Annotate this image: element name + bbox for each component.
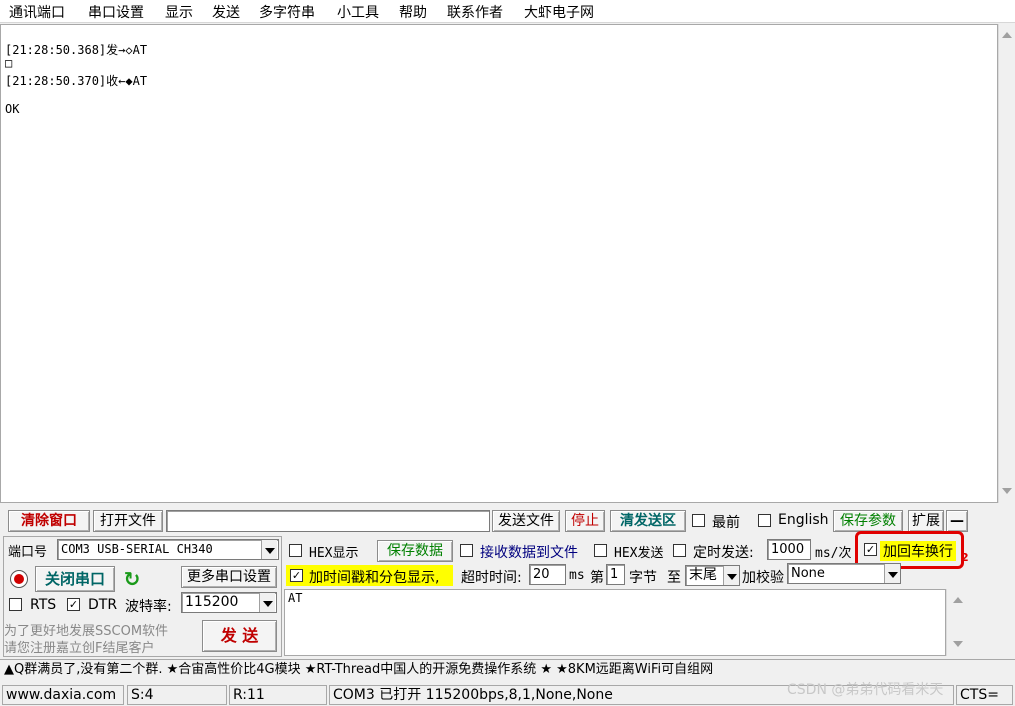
timed-unit-label: ms/次 xyxy=(815,546,852,561)
hex-send-checkbox[interactable] xyxy=(594,544,607,557)
menu-help[interactable]: 帮助 xyxy=(399,2,427,22)
timed-send-label: 定时发送: xyxy=(693,545,754,561)
timed-interval-input[interactable]: 1000 xyxy=(767,539,811,560)
collapse-button[interactable]: — xyxy=(946,510,968,532)
send-file-button[interactable]: 发送文件 xyxy=(492,510,560,532)
timestamp-label: 加时间戳和分包显示, xyxy=(309,570,440,586)
expand-button[interactable]: 扩展 xyxy=(908,510,944,532)
send-scrollbar[interactable] xyxy=(946,589,968,656)
receive-scrollbar[interactable] xyxy=(998,24,1015,503)
menu-serial-settings[interactable]: 串口设置 xyxy=(88,2,144,22)
menu-contact-author[interactable]: 联系作者 xyxy=(447,2,503,22)
rts-checkbox[interactable] xyxy=(9,598,22,611)
send-textarea[interactable]: AT xyxy=(284,589,946,656)
send-scroll-down-icon[interactable] xyxy=(952,641,963,647)
send-text: AT xyxy=(288,591,303,605)
to-label: 至 xyxy=(667,570,681,586)
receive-line: [21:28:50.370]收←◆AT xyxy=(5,74,148,88)
file-path-input[interactable] xyxy=(166,510,490,532)
receive-line: OK xyxy=(5,102,20,116)
promo-line-2: 请您注册嘉立创F结尾客户 xyxy=(4,641,155,656)
receive-line: □ xyxy=(5,56,13,70)
checksum-label: 加校验 xyxy=(742,570,784,586)
timeout-label: 超时时间: xyxy=(461,570,522,586)
english-label: English xyxy=(778,512,829,528)
stop-button[interactable]: 停止 xyxy=(565,510,605,532)
port-dropdown-icon[interactable] xyxy=(261,540,277,559)
port-select[interactable]: COM3 USB-SERIAL CH340 xyxy=(57,539,279,560)
recv-to-file-checkbox[interactable] xyxy=(460,544,473,557)
refresh-icon[interactable]: ↻ xyxy=(121,568,143,590)
timeout-unit-label: ms xyxy=(569,568,585,583)
baud-label: 波特率: xyxy=(125,599,172,615)
dtr-label: DTR xyxy=(88,597,118,613)
menu-bar: 通讯端口 串口设置 显示 发送 多字符串 小工具 帮助 联系作者 大虾电子网 xyxy=(0,0,1015,23)
end-dropdown-icon[interactable] xyxy=(723,566,739,585)
timeout-input[interactable]: 20 xyxy=(529,564,566,585)
port-status-icon xyxy=(10,570,28,588)
english-checkbox[interactable] xyxy=(758,514,771,527)
menu-tools[interactable]: 小工具 xyxy=(337,2,379,22)
receive-line: [21:28:50.368]发→◇AT xyxy=(5,43,148,57)
dtr-checkbox[interactable]: ✓ xyxy=(67,598,80,611)
scroll-down-icon[interactable] xyxy=(1002,488,1012,494)
byte-prefix-label: 第 xyxy=(590,570,604,586)
save-data-button[interactable]: 保存数据 xyxy=(377,540,453,562)
send-button[interactable]: 发 送 xyxy=(202,620,277,652)
timed-send-checkbox[interactable] xyxy=(673,544,686,557)
more-serial-settings-button[interactable]: 更多串口设置 xyxy=(181,566,277,588)
topmost-label: 最前 xyxy=(712,515,740,531)
topmost-checkbox[interactable] xyxy=(692,514,705,527)
receive-area[interactable]: [21:28:50.368]发→◇AT □ [21:28:50.370]收←◆A… xyxy=(0,24,998,503)
open-file-button[interactable]: 打开文件 xyxy=(93,510,163,532)
menu-multi-string[interactable]: 多字符串 xyxy=(259,2,315,22)
rts-label: RTS xyxy=(30,597,57,613)
close-port-button[interactable]: 关闭串口 xyxy=(35,566,115,592)
clear-window-button[interactable]: 清除窗口 xyxy=(8,510,90,532)
website-link[interactable]: www.daxia.com xyxy=(2,685,124,705)
annotation-mark: 2 xyxy=(961,551,969,564)
clear-send-button[interactable]: 清发送区 xyxy=(610,510,686,532)
sent-count: S:4 xyxy=(127,685,227,705)
hex-send-label: HEX发送 xyxy=(614,546,664,561)
menu-daxia-site[interactable]: 大虾电子网 xyxy=(524,2,594,22)
menu-display[interactable]: 显示 xyxy=(165,2,193,22)
cts-indicator: CTS= xyxy=(956,685,1013,705)
hex-display-label: HEX显示 xyxy=(309,546,359,561)
hex-display-checkbox[interactable] xyxy=(289,544,302,557)
menu-send[interactable]: 发送 xyxy=(212,2,240,22)
menu-comm-port[interactable]: 通讯端口 xyxy=(9,2,65,22)
recv-to-file-label: 接收数据到文件 xyxy=(480,545,578,561)
scroll-up-icon[interactable] xyxy=(1002,32,1012,38)
byte-start-input[interactable]: 1 xyxy=(606,564,625,585)
received-count: R:11 xyxy=(229,685,327,705)
send-scroll-up-icon[interactable] xyxy=(952,597,963,603)
timestamp-checkbox[interactable]: ✓ xyxy=(290,569,303,582)
checksum-dropdown-icon[interactable] xyxy=(884,564,900,583)
byte-label: 字节 xyxy=(629,570,657,586)
baud-dropdown-icon[interactable] xyxy=(259,593,275,612)
port-label: 端口号 xyxy=(8,545,48,560)
save-params-button[interactable]: 保存参数 xyxy=(833,510,903,532)
watermark: CSDN @弟弟代码看米天 xyxy=(787,682,944,698)
ticker-bar: ▲Q群满员了,没有第二个群. ★合宙高性价比4G模块 ★RT-Thread中国人… xyxy=(0,659,1015,681)
